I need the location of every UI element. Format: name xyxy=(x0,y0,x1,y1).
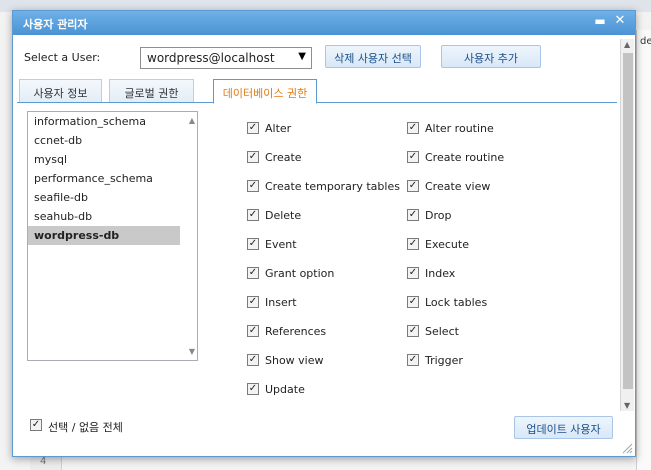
scroll-down-icon[interactable]: ▼ xyxy=(624,401,630,410)
background-editor-text: de xyxy=(640,36,651,47)
background-line-number: 4 xyxy=(40,456,47,467)
checkbox-checked-icon[interactable]: ✓ xyxy=(247,238,259,250)
perm-label: Lock tables xyxy=(425,296,488,309)
checkbox-checked-icon[interactable]: ✓ xyxy=(247,296,259,308)
delete-user-button[interactable]: 삭제 사용자 선택 xyxy=(325,45,421,68)
checkbox-checked-icon[interactable]: ✓ xyxy=(247,383,259,395)
list-item[interactable]: seafile-db xyxy=(28,188,180,207)
scrollbar-thumb[interactable] xyxy=(623,53,633,389)
add-user-button[interactable]: 사용자 추가 xyxy=(441,45,541,68)
tab-global-privileges[interactable]: 글로벌 권한 xyxy=(109,79,194,102)
checkbox-checked-icon[interactable]: ✓ xyxy=(407,180,419,192)
perm-label: Drop xyxy=(425,209,452,222)
update-user-button[interactable]: 업데이트 사용자 xyxy=(514,416,613,439)
window-title: 사용자 관리자 xyxy=(23,18,88,31)
title-bar[interactable]: 사용자 관리자 ▬ ✕ xyxy=(13,11,635,35)
list-item[interactable]: mysql xyxy=(28,150,180,169)
user-select-dropdown[interactable]: wordpress@localhost ▼ xyxy=(140,47,312,69)
tab-user-info[interactable]: 사용자 정보 xyxy=(19,79,102,102)
perm-label: Create temporary tables xyxy=(265,180,400,193)
perm-label: Trigger xyxy=(425,354,463,367)
select-all-label: 선택 / 없음 전체 xyxy=(48,421,123,434)
checkbox-checked-icon[interactable]: ✓ xyxy=(30,419,42,431)
perm-label: Show view xyxy=(265,354,324,367)
checkbox-checked-icon[interactable]: ✓ xyxy=(407,238,419,250)
select-user-label: Select a User: xyxy=(24,51,101,64)
list-item-selected[interactable]: wordpress-db xyxy=(28,226,180,245)
perm-label: Event xyxy=(265,238,297,251)
perm-label: Create xyxy=(265,151,302,164)
dialog-scrollbar[interactable]: ▲ ▼ xyxy=(620,39,634,411)
checkbox-checked-icon[interactable]: ✓ xyxy=(247,209,259,221)
checkbox-checked-icon[interactable]: ✓ xyxy=(407,267,419,279)
perm-label: Alter xyxy=(265,122,292,135)
perm-label: Alter routine xyxy=(425,122,494,135)
resize-grip-icon[interactable] xyxy=(621,442,633,454)
perm-label: Update xyxy=(265,383,305,396)
checkbox-checked-icon[interactable]: ✓ xyxy=(247,180,259,192)
tab-database-privileges[interactable]: 데이터베이스 권한 xyxy=(213,79,317,104)
checkbox-checked-icon[interactable]: ✓ xyxy=(407,122,419,134)
perm-label: Execute xyxy=(425,238,469,251)
scroll-down-icon[interactable]: ▼ xyxy=(189,347,195,356)
checkbox-checked-icon[interactable]: ✓ xyxy=(407,296,419,308)
tab-bar: 사용자 정보 글로벌 권한 데이터베이스 권한 xyxy=(17,79,617,104)
perm-label: Insert xyxy=(265,296,297,309)
user-manager-dialog: 사용자 관리자 ▬ ✕ Select a User: wordpress@loc… xyxy=(12,10,636,457)
perm-label: Delete xyxy=(265,209,302,222)
checkbox-checked-icon[interactable]: ✓ xyxy=(407,325,419,337)
checkbox-checked-icon[interactable]: ✓ xyxy=(407,209,419,221)
checkbox-checked-icon[interactable]: ✓ xyxy=(247,151,259,163)
perm-label: Index xyxy=(425,267,456,280)
perm-label: Create routine xyxy=(425,151,505,164)
list-item[interactable]: performance_schema xyxy=(28,169,180,188)
checkbox-checked-icon[interactable]: ✓ xyxy=(247,267,259,279)
user-select-value: wordpress@localhost xyxy=(147,51,275,65)
checkbox-checked-icon[interactable]: ✓ xyxy=(247,354,259,366)
list-item[interactable]: seahub-db xyxy=(28,207,180,226)
scroll-up-icon[interactable]: ▲ xyxy=(189,116,195,125)
close-icon[interactable]: ✕ xyxy=(613,13,627,29)
perm-label: Grant option xyxy=(265,267,335,280)
perm-label: Select xyxy=(425,325,459,338)
perm-label: Create view xyxy=(425,180,491,193)
minimize-icon[interactable]: ▬ xyxy=(593,14,607,30)
checkbox-checked-icon[interactable]: ✓ xyxy=(407,151,419,163)
checkbox-checked-icon[interactable]: ✓ xyxy=(247,325,259,337)
list-item[interactable]: information_schema xyxy=(28,112,180,131)
background-editor-strip xyxy=(636,30,651,470)
database-list[interactable]: information_schema ccnet-db mysql perfor… xyxy=(27,111,198,361)
checkbox-checked-icon[interactable]: ✓ xyxy=(407,354,419,366)
dropdown-arrow-icon: ▼ xyxy=(298,51,306,62)
scroll-up-icon[interactable]: ▲ xyxy=(624,40,630,49)
list-item[interactable]: ccnet-db xyxy=(28,131,180,150)
checkbox-checked-icon[interactable]: ✓ xyxy=(247,122,259,134)
perm-label: References xyxy=(265,325,327,338)
